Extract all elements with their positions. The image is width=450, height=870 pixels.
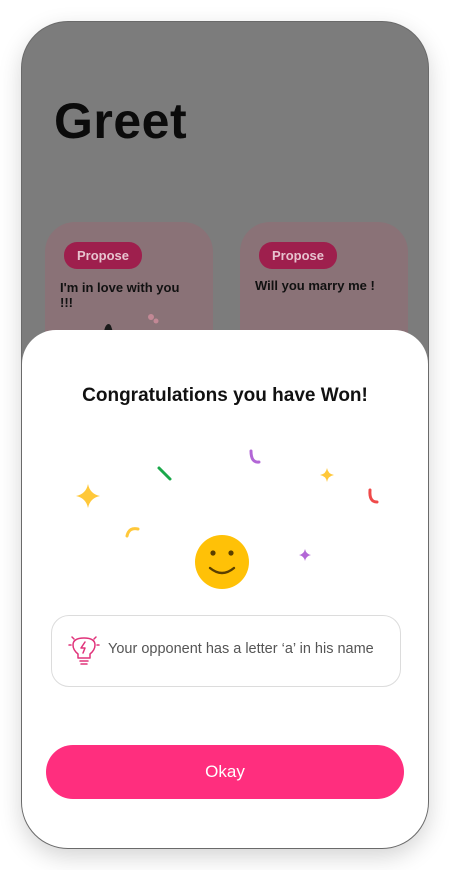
card-message: Will you marry me ! [255,278,375,293]
confetti-piece [125,527,140,538]
lightbulb-icon [68,636,100,665]
sparkle-icon [299,549,311,561]
confetti-piece [157,466,172,481]
phone-frame: Greet Propose I'm in love with you !!! P… [22,22,428,848]
sparkle-icon [320,468,334,482]
smiley-face-icon [195,535,249,589]
sparkle-icon [76,484,100,508]
reward-dialog: Congratulations you have Won! Your oppon… [22,330,428,848]
page-title: Greet [54,93,188,149]
hint-card: Your opponent has a letter ‘a’ in his na… [51,615,401,687]
card-category-badge: Propose [64,242,143,269]
card-illustration-icon [104,314,159,332]
confetti-piece [249,449,261,464]
card-category-badge: Propose [259,242,338,269]
card-message: I'm in love with you !!! [60,280,180,310]
okay-button[interactable]: Okay [46,745,404,799]
hint-text: Your opponent has a letter ‘a’ in his na… [108,641,374,657]
confetti-piece [368,488,379,504]
